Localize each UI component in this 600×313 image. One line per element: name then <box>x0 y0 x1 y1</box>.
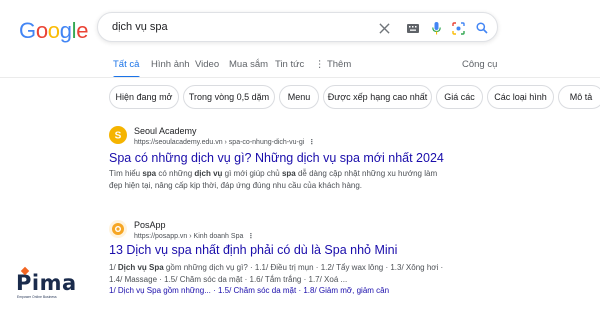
snippet-highlight: spa <box>142 169 157 178</box>
tab-videos[interactable]: Video <box>195 59 219 70</box>
snippet-text: đẹp hiện tại, nâng cấp kịp thời, đáp ứng… <box>109 180 363 190</box>
tab-all[interactable]: Tất cả <box>113 59 139 70</box>
result-title[interactable]: 13 Dịch vụ spa nhất định phải có dù là S… <box>109 243 397 257</box>
snippet-highlight: dịch vụ <box>194 169 223 178</box>
snippet-text: 1.4/ Massage · 1.5/ Chăm sóc da mặt · 1.… <box>109 274 348 284</box>
tab-images[interactable]: Hình ảnh <box>151 59 190 70</box>
chip-top-rated[interactable]: Được xếp hạng cao nhất <box>323 85 432 109</box>
divider <box>0 77 600 78</box>
pima-tagline: Empower Online Business <box>17 295 57 299</box>
result-snippet: Tìm hiểu spa có những dịch vụ gì mới giú… <box>109 168 479 191</box>
microphone-icon[interactable] <box>428 20 444 36</box>
snippet-highlight: spa <box>281 169 296 178</box>
snippet-text: gì mới giúp chủ <box>222 169 282 178</box>
search-result: PosApp https://posapp.vn › Kinh doanh Sp… <box>109 220 509 305</box>
chip-description[interactable]: Mô tả <box>558 85 600 109</box>
snippet-text: dễ dàng cập nhật những xu hướng làm <box>295 169 438 178</box>
logo-letter: o <box>47 18 60 43</box>
more-options-icon[interactable]: ⋮ <box>308 139 315 146</box>
search-tabs: Tất cả Hình ảnh Video Mua sắm Tin tức ⋮ … <box>0 56 600 78</box>
result-url[interactable]: https://posapp.vn › Kinh doanh Spa ⋮ <box>134 232 254 240</box>
snippet-text: gồm những dịch vụ gì? · 1.1/ Điều trị mụ… <box>163 263 444 272</box>
keyboard-icon[interactable] <box>405 20 421 36</box>
google-logo[interactable]: Google <box>19 18 88 44</box>
snippet-text: 1/ <box>109 263 118 272</box>
tab-shopping[interactable]: Mua sắm <box>229 59 268 70</box>
snippet-text: có những <box>156 169 195 178</box>
logo-letter: G <box>19 18 36 43</box>
result-site-name[interactable]: Seoul Academy <box>134 126 197 136</box>
result-url-text: https://seoulacademy.edu.vn › spa-co-nhu… <box>134 139 305 146</box>
svg-text:S: S <box>115 131 122 142</box>
sitelinks[interactable]: 1/ Dịch vụ Spa gồm những... · 1.5/ Chăm … <box>109 286 389 295</box>
seoul-academy-favicon: S <box>109 126 127 144</box>
result-title[interactable]: Spa có những dịch vụ gì? Những dịch vụ s… <box>109 151 444 165</box>
snippet-highlight: Dịch vụ Spa <box>117 263 164 272</box>
result-url-text: https://posapp.vn › Kinh doanh Spa <box>134 233 244 240</box>
result-snippet: 1/ Dịch vụ Spa gồm những dịch vụ gì? · 1… <box>109 262 529 297</box>
logo-letter: e <box>76 18 89 43</box>
search-input[interactable]: dịch vụ spa <box>112 21 168 33</box>
close-icon[interactable] <box>376 20 392 36</box>
search-box[interactable]: dịch vụ spa <box>97 12 498 42</box>
logo-letter: o <box>35 18 48 43</box>
logo-letter: g <box>59 18 72 43</box>
search-icon[interactable] <box>474 20 490 36</box>
chip-within-distance[interactable]: Trong vòng 0,5 dặm <box>183 85 275 109</box>
result-url[interactable]: https://seoulacademy.edu.vn › spa-co-nhu… <box>134 138 315 146</box>
tab-news[interactable]: Tin tức <box>275 59 304 70</box>
chip-menu[interactable]: Menu <box>279 85 319 109</box>
chip-prices[interactable]: Giá các <box>436 85 483 109</box>
chip-types[interactable]: Các loại hình <box>487 85 554 109</box>
tools-button[interactable]: Công cụ <box>462 59 497 70</box>
chip-open-now[interactable]: Hiện đang mở <box>109 85 179 109</box>
pima-logo: Pima Empower Online Business <box>16 266 88 303</box>
snippet-text: Tìm hiểu <box>109 169 143 178</box>
result-site-name[interactable]: PosApp <box>134 220 166 230</box>
more-options-icon[interactable]: ⋮ <box>247 233 254 240</box>
search-result: S Seoul Academy https://seoulacademy.edu… <box>109 126 509 196</box>
tab-more[interactable]: ⋮ Thêm <box>315 59 351 70</box>
posapp-favicon <box>109 220 127 238</box>
lens-icon[interactable] <box>450 20 466 36</box>
